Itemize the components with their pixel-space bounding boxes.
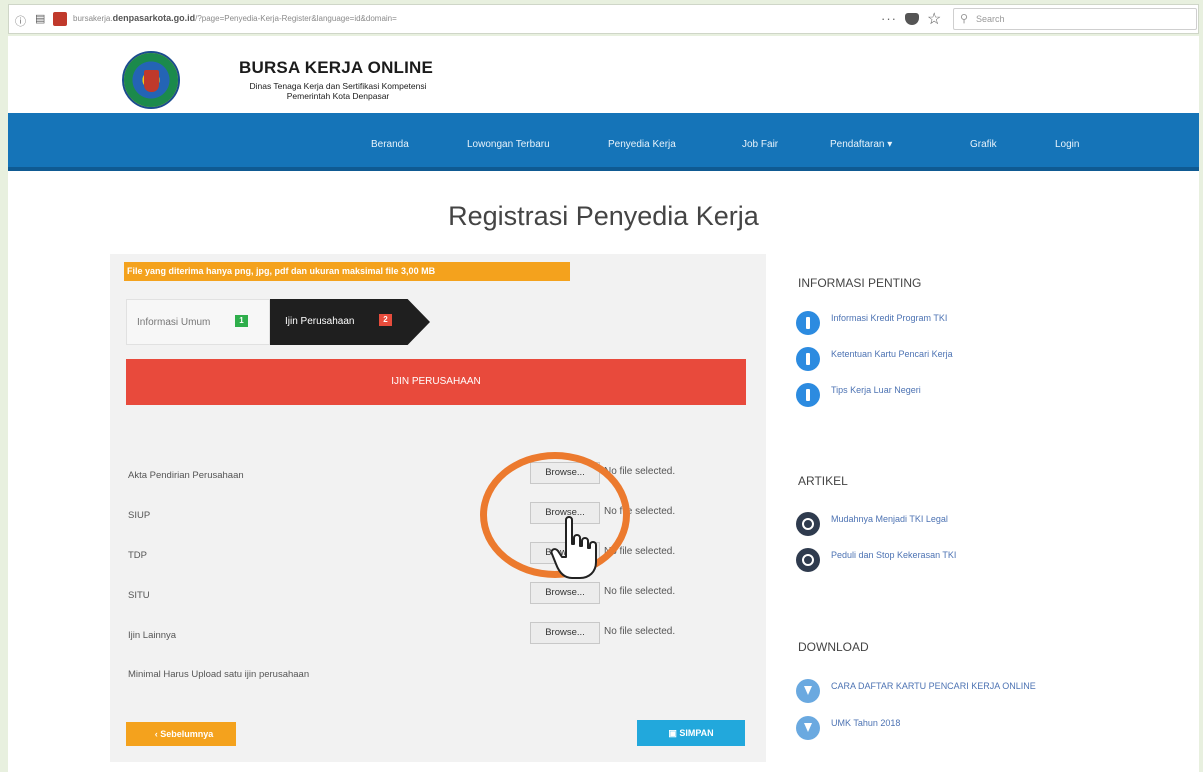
- download-arrow-icon: [796, 716, 820, 740]
- tab-label: Informasi Umum: [137, 317, 211, 328]
- upload-row-tdp: TDP Browse... No file selected.: [110, 542, 766, 568]
- hand-pointer-icon: [550, 516, 597, 579]
- info-icon[interactable]: ⓘ: [15, 13, 26, 29]
- info-section-title: INFORMASI PENTING: [798, 276, 922, 290]
- bookmark-star-icon[interactable]: ☆: [927, 9, 941, 29]
- field-label: TDP: [128, 550, 147, 561]
- download-link[interactable]: UMK Tahun 2018: [831, 718, 900, 728]
- info-icon: [796, 311, 820, 335]
- site-subtitle-line2: Pemerintah Kota Denpasar: [286, 91, 390, 101]
- site-title[interactable]: BURSA KERJA ONLINE: [239, 58, 433, 78]
- download-link[interactable]: CARA DAFTAR KARTU PENCARI KERJA ONLINE: [831, 681, 1036, 691]
- upload-row-akta: Akta Pendirian Perusahaan Browse... No f…: [110, 462, 766, 488]
- search-placeholder: Search: [976, 14, 1005, 24]
- field-label: Akta Pendirian Perusahaan: [128, 470, 244, 481]
- step-badge: 1: [235, 315, 248, 327]
- info-link[interactable]: Ketentuan Kartu Pencari Kerja: [831, 349, 953, 359]
- nav-item-lowongan-terbaru[interactable]: Lowongan Terbaru: [467, 139, 550, 150]
- article-search-icon: [796, 512, 820, 536]
- article-link[interactable]: Peduli dan Stop Kekerasan TKI: [831, 550, 956, 560]
- page-actions-icon[interactable]: ···: [881, 11, 897, 26]
- info-icon: [796, 347, 820, 371]
- tab-informasi-umum[interactable]: Informasi Umum 1: [126, 299, 270, 345]
- pocket-icon[interactable]: [905, 13, 919, 25]
- site-subtitle-line1: Dinas Tenaga Kerja dan Sertifikasi Kompe…: [249, 81, 427, 91]
- nav-item-login[interactable]: Login: [1055, 139, 1079, 150]
- upload-row-siup: SIUP Browse... No file selected.: [110, 502, 766, 528]
- search-icon: ⚲: [960, 13, 969, 25]
- upload-requirement-note: Minimal Harus Upload satu ijin perusahaa…: [128, 669, 310, 680]
- tab-label: Ijin Perusahaan: [285, 316, 355, 327]
- page-title: Registrasi Penyedia Kerja: [448, 201, 759, 231]
- browse-button-ijin-lainnya[interactable]: Browse...: [530, 622, 600, 644]
- nav-item-job-fair[interactable]: Job Fair: [742, 139, 778, 150]
- file-status: No file selected.: [604, 586, 676, 597]
- file-status: No file selected.: [604, 626, 676, 637]
- browser-address-bar: ⓘ ▤ bursakerja.denpasarkota.go.id/?page=…: [8, 4, 1199, 34]
- city-emblem-logo[interactable]: [122, 51, 180, 109]
- main-navbar: Beranda Lowongan Terbaru Penyedia Kerja …: [8, 113, 1199, 171]
- registration-form-panel: File yang diterima hanya png, jpg, pdf d…: [110, 254, 766, 762]
- article-section-title: ARTIKEL: [798, 474, 848, 488]
- nav-item-pendaftaran-dropdown[interactable]: Pendaftaran ▾: [830, 139, 892, 150]
- file-notice-badge: File yang diterima hanya png, jpg, pdf d…: [124, 262, 570, 281]
- step-badge: 2: [379, 314, 392, 326]
- nav-item-penyedia-kerja[interactable]: Penyedia Kerja: [608, 139, 676, 150]
- article-link[interactable]: Mudahnya Menjadi TKI Legal: [831, 514, 948, 524]
- info-icon: [796, 383, 820, 407]
- tab-ijin-perusahaan[interactable]: Ijin Perusahaan 2: [270, 299, 430, 345]
- logo-shield-icon: [144, 70, 159, 92]
- field-label: Ijin Lainnya: [128, 630, 177, 641]
- field-label: SITU: [128, 590, 150, 601]
- site-favicon-icon: [53, 12, 67, 26]
- permissions-icon[interactable]: ▤: [35, 12, 45, 25]
- browser-search-input[interactable]: ⚲ Search: [953, 8, 1197, 30]
- form-step-tabs: Informasi Umum 1 Ijin Perusahaan 2: [126, 299, 430, 345]
- nav-item-grafik[interactable]: Grafik: [970, 139, 997, 150]
- upload-row-situ: SITU Browse... No file selected.: [110, 582, 766, 608]
- article-search-icon: [796, 548, 820, 572]
- info-link[interactable]: Informasi Kredit Program TKI: [831, 313, 947, 323]
- field-label: SIUP: [128, 510, 151, 521]
- previous-button[interactable]: ‹ Sebelumnya: [126, 722, 236, 746]
- info-link[interactable]: Tips Kerja Luar Negeri: [831, 385, 921, 395]
- nav-item-beranda[interactable]: Beranda: [371, 139, 409, 150]
- url-field[interactable]: bursakerja.denpasarkota.go.id/?page=Peny…: [73, 13, 397, 23]
- browse-button-situ[interactable]: Browse...: [530, 582, 600, 604]
- section-header: IJIN PERUSAHAAN: [126, 359, 746, 405]
- download-arrow-icon: [796, 679, 820, 703]
- download-section-title: DOWNLOAD: [798, 640, 869, 654]
- upload-row-ijin-lainnya: Ijin Lainnya Browse... No file selected.: [110, 622, 766, 648]
- site-page: BURSA KERJA ONLINE Dinas Tenaga Kerja da…: [8, 36, 1199, 772]
- save-button[interactable]: ▣ SIMPAN: [637, 720, 745, 746]
- file-status: No file selected.: [604, 466, 676, 477]
